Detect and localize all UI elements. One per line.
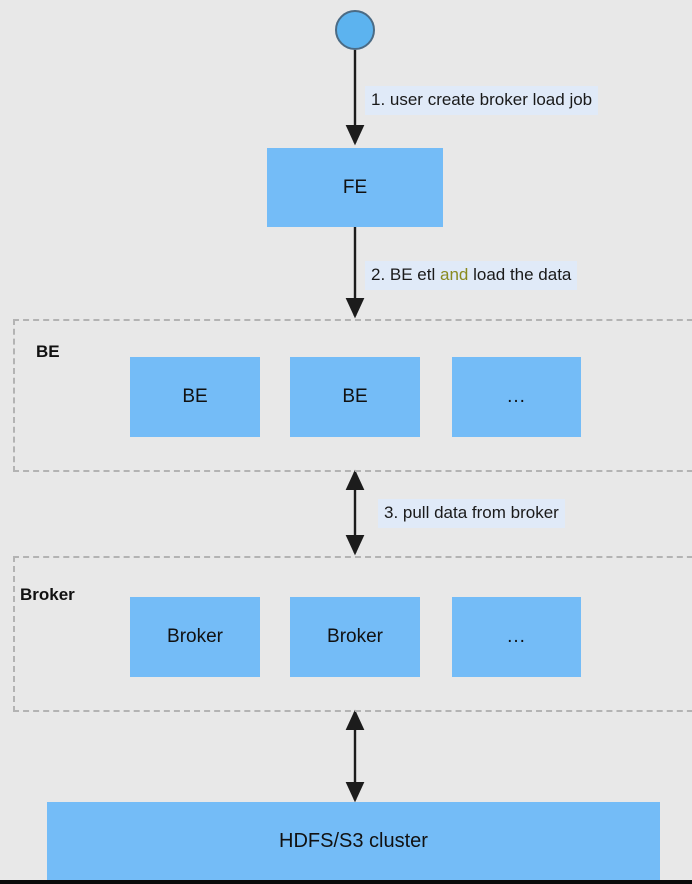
group-be-label: BE bbox=[36, 342, 60, 361]
edge-label-step-2-keyword: and bbox=[439, 265, 469, 284]
edge-label-step-2-prefix: 2. BE etl bbox=[371, 265, 440, 284]
node-hdfs-s3-cluster-label: HDFS/S3 cluster bbox=[279, 829, 428, 852]
node-broker-more-label: ... bbox=[507, 626, 526, 647]
node-broker-1[interactable]: Broker bbox=[130, 597, 260, 677]
node-fe[interactable]: FE bbox=[267, 148, 443, 227]
node-be-1[interactable]: BE bbox=[130, 357, 260, 437]
node-broker-more[interactable]: ... bbox=[452, 597, 581, 677]
edge-label-step-2: 2. BE etl and load the data bbox=[365, 261, 578, 290]
diagram-canvas: 1. user create broker load job FE 2. BE … bbox=[0, 0, 692, 884]
edge-label-step-3: 3. pull data from broker bbox=[378, 499, 565, 528]
node-be-1-label: BE bbox=[182, 386, 208, 407]
node-be-more-label: ... bbox=[507, 386, 526, 407]
bottom-divider bbox=[0, 880, 692, 884]
edge-label-step-1: 1. user create broker load job bbox=[365, 86, 599, 115]
node-be-2[interactable]: BE bbox=[290, 357, 420, 437]
node-broker-2-label: Broker bbox=[327, 626, 383, 647]
node-broker-1-label: Broker bbox=[167, 626, 223, 647]
start-node-circle[interactable] bbox=[335, 10, 375, 50]
node-broker-2[interactable]: Broker bbox=[290, 597, 420, 677]
edge-label-step-2-suffix: load the data bbox=[468, 265, 572, 284]
node-be-2-label: BE bbox=[342, 386, 368, 407]
node-be-more[interactable]: ... bbox=[452, 357, 581, 437]
node-hdfs-s3-cluster[interactable]: HDFS/S3 cluster bbox=[47, 802, 660, 880]
node-fe-label: FE bbox=[342, 176, 368, 198]
group-broker-label: Broker bbox=[20, 585, 75, 604]
